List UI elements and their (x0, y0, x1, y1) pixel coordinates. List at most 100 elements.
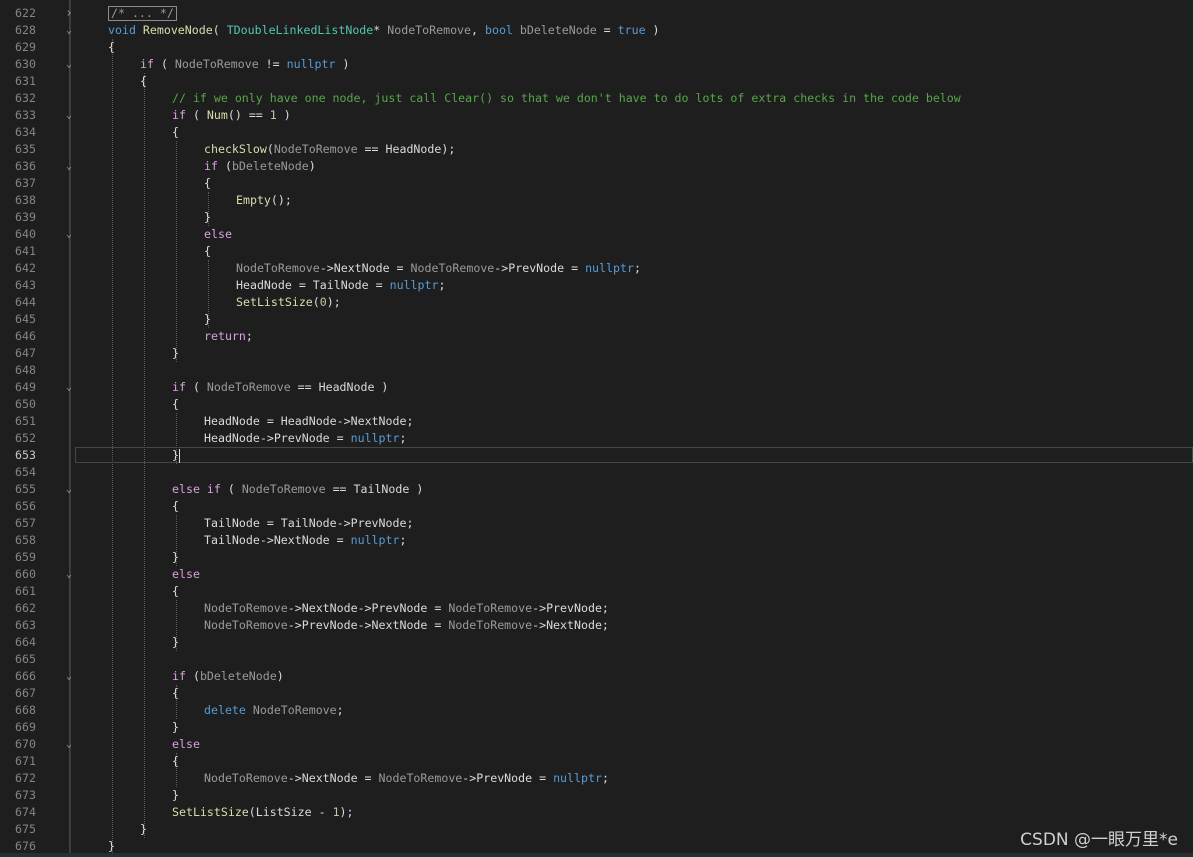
code-line[interactable]: 661 { (0, 583, 1193, 600)
chevron-down-icon[interactable]: ⌄ (63, 107, 75, 124)
code-text[interactable]: } (172, 549, 179, 566)
code-text[interactable]: TailNode->NextNode = nullptr; (204, 532, 406, 549)
code-line[interactable]: 641 { (0, 243, 1193, 260)
code-line[interactable]: 644 SetListSize(0); (0, 294, 1193, 311)
code-line[interactable]: 638 Empty(); (0, 192, 1193, 209)
code-line[interactable]: 643 HeadNode = TailNode = nullptr; (0, 277, 1193, 294)
code-text[interactable]: } (172, 447, 180, 464)
chevron-down-icon[interactable]: ⌄ (63, 566, 75, 583)
chevron-down-icon[interactable]: ⌄ (63, 736, 75, 753)
code-line[interactable]: 663 NodeToRemove->PrevNode->NextNode = No… (0, 617, 1193, 634)
code-text[interactable]: // if we only have one node, just call C… (172, 90, 961, 107)
code-text[interactable]: checkSlow(NodeToRemove == HeadNode); (204, 141, 455, 158)
code-text[interactable]: } (172, 719, 179, 736)
code-text[interactable]: } (204, 209, 211, 226)
code-line[interactable]: 630 ⌄ if ( NodeToRemove != nullptr ) (0, 56, 1193, 73)
code-text[interactable]: else (204, 226, 232, 243)
code-text[interactable]: { (172, 583, 179, 600)
code-line[interactable]: 659} (0, 549, 1193, 566)
code-line[interactable]: 665 (0, 651, 1193, 668)
code-line[interactable]: 645} (0, 311, 1193, 328)
code-text[interactable]: SetListSize(0); (236, 294, 341, 311)
chevron-down-icon[interactable]: ⌄ (63, 158, 75, 175)
code-line[interactable]: 647} (0, 345, 1193, 362)
bottom-scroll-strip[interactable] (0, 853, 1193, 857)
code-text[interactable]: { (108, 39, 115, 56)
code-line[interactable]: 653} (0, 447, 1193, 464)
code-text[interactable]: return; (204, 328, 253, 345)
code-text[interactable]: NodeToRemove->NextNode = NodeToRemove->P… (204, 770, 609, 787)
code-line[interactable]: 642 NodeToRemove->NextNode = NodeToRemove… (0, 260, 1193, 277)
code-text[interactable]: void RemoveNode( TDoubleLinkedListNode* … (108, 22, 660, 39)
code-line[interactable]: 660 ⌄ else (0, 566, 1193, 583)
code-line[interactable]: 664} (0, 634, 1193, 651)
code-line[interactable]: 673} (0, 787, 1193, 804)
code-line[interactable]: 669} (0, 719, 1193, 736)
code-line[interactable]: 651 HeadNode = HeadNode->NextNode; (0, 413, 1193, 430)
chevron-right-icon[interactable]: › (63, 5, 75, 22)
code-text[interactable]: if ( Num() == 1 ) (172, 107, 291, 124)
code-line[interactable]: 633 ⌄ if ( Num() == 1 ) (0, 107, 1193, 124)
chevron-down-icon[interactable]: ⌄ (63, 22, 75, 39)
code-text[interactable]: NodeToRemove->NextNode->PrevNode = NodeT… (204, 600, 609, 617)
code-text[interactable]: HeadNode->PrevNode = nullptr; (204, 430, 406, 447)
code-text[interactable]: NodeToRemove->NextNode = NodeToRemove->P… (236, 260, 641, 277)
code-line[interactable]: 666 ⌄ if (bDeleteNode) (0, 668, 1193, 685)
code-line[interactable]: 675} (0, 821, 1193, 838)
code-line[interactable]: 649 ⌄ if ( NodeToRemove == HeadNode ) (0, 379, 1193, 396)
code-line[interactable]: 646 return; (0, 328, 1193, 345)
code-text[interactable]: } (172, 634, 179, 651)
code-text[interactable]: /* ... */ (108, 5, 177, 22)
code-line[interactable]: 672 NodeToRemove->NextNode = NodeToRemove… (0, 770, 1193, 787)
code-text[interactable]: { (140, 73, 147, 90)
chevron-down-icon[interactable]: ⌄ (63, 379, 75, 396)
code-text[interactable]: if (bDeleteNode) (204, 158, 316, 175)
code-line[interactable]: 655 ⌄ else if ( NodeToRemove == TailNode ) (0, 481, 1193, 498)
code-line[interactable]: 632 // if we only have one node, just cal… (0, 90, 1193, 107)
code-line[interactable]: 670 ⌄ else (0, 736, 1193, 753)
code-line[interactable]: 637 { (0, 175, 1193, 192)
code-text[interactable]: { (172, 685, 179, 702)
code-text[interactable]: { (172, 396, 179, 413)
code-text[interactable]: TailNode = TailNode->PrevNode; (204, 515, 413, 532)
code-text[interactable]: else (172, 736, 200, 753)
code-line[interactable]: 674 SetListSize(ListSize - 1); (0, 804, 1193, 821)
code-text[interactable]: } (204, 311, 211, 328)
code-text[interactable]: Empty(); (236, 192, 292, 209)
code-text[interactable]: } (172, 787, 179, 804)
code-text[interactable]: delete NodeToRemove; (204, 702, 344, 719)
code-text[interactable]: if (bDeleteNode) (172, 668, 284, 685)
code-text[interactable]: } (140, 821, 147, 838)
code-text[interactable]: SetListSize(ListSize - 1); (172, 804, 354, 821)
code-line[interactable]: 671 { (0, 753, 1193, 770)
collapsed-region[interactable]: /* ... */ (108, 6, 177, 21)
code-line[interactable]: 667 { (0, 685, 1193, 702)
code-line[interactable]: 648 (0, 362, 1193, 379)
code-line[interactable]: 662 NodeToRemove->NextNode->PrevNode = No… (0, 600, 1193, 617)
code-line[interactable]: 654 (0, 464, 1193, 481)
code-line[interactable]: 636 ⌄ if (bDeleteNode) (0, 158, 1193, 175)
code-text[interactable]: } (172, 345, 179, 362)
chevron-down-icon[interactable]: ⌄ (63, 481, 75, 498)
code-line[interactable]: 656 { (0, 498, 1193, 515)
code-text[interactable]: HeadNode = HeadNode->NextNode; (204, 413, 413, 430)
code-line[interactable]: 634 { (0, 124, 1193, 141)
code-text[interactable]: NodeToRemove->PrevNode->NextNode = NodeT… (204, 617, 609, 634)
code-text[interactable]: if ( NodeToRemove != nullptr ) (140, 56, 349, 73)
code-text[interactable]: else (172, 566, 200, 583)
code-line[interactable]: 650 { (0, 396, 1193, 413)
code-line[interactable]: 629 { (0, 39, 1193, 56)
code-line[interactable]: 631 { (0, 73, 1193, 90)
code-text[interactable]: { (204, 243, 211, 260)
code-text[interactable]: HeadNode = TailNode = nullptr; (236, 277, 445, 294)
code-line[interactable]: 658 TailNode->NextNode = nullptr; (0, 532, 1193, 549)
code-text[interactable]: { (172, 753, 179, 770)
chevron-down-icon[interactable]: ⌄ (63, 226, 75, 243)
code-text[interactable]: { (172, 124, 179, 141)
code-text[interactable]: else if ( NodeToRemove == TailNode ) (172, 481, 423, 498)
code-line[interactable]: 628 ⌄ void RemoveNode( TDoubleLinkedListNo… (0, 22, 1193, 39)
chevron-down-icon[interactable]: ⌄ (63, 56, 75, 73)
code-line[interactable]: 652 HeadNode->PrevNode = nullptr; (0, 430, 1193, 447)
code-line[interactable]: 657 TailNode = TailNode->PrevNode; (0, 515, 1193, 532)
code-line[interactable]: 622 › /* ... */ (0, 5, 1193, 22)
